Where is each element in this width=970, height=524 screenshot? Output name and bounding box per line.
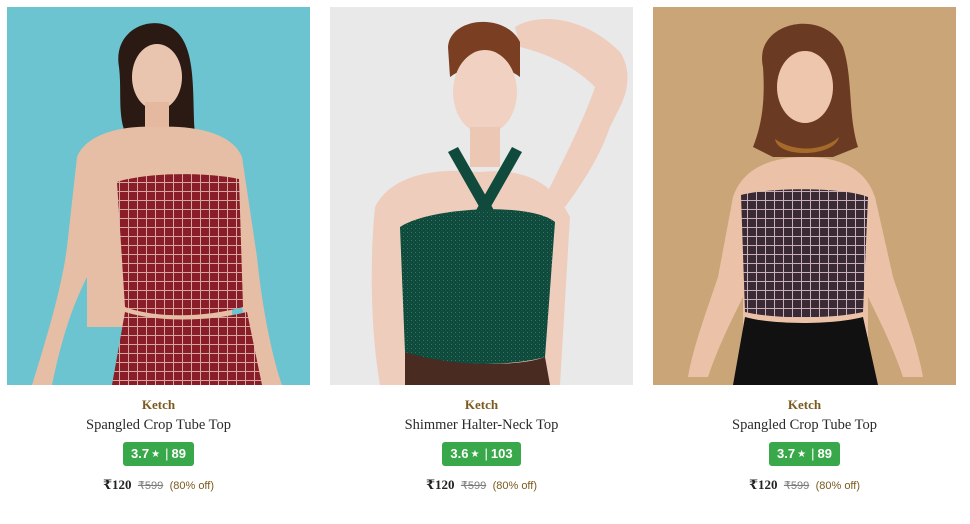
rating-container: 3.7 ★ | 89: [7, 442, 310, 466]
product-card[interactable]: Ketch Spangled Crop Tube Top 3.7 ★ | 89 ₹12…: [7, 7, 310, 517]
product-image[interactable]: [7, 7, 310, 385]
rating-value: 3.7: [777, 446, 796, 461]
brand-name[interactable]: Ketch: [653, 397, 956, 413]
rating-container: 3.6 ★ | 103: [330, 442, 633, 466]
star-icon: ★: [151, 449, 161, 460]
product-image[interactable]: [330, 7, 633, 385]
rating-count: 89: [171, 446, 186, 461]
original-price: ₹599: [460, 480, 487, 492]
rating-separator: |: [811, 446, 815, 461]
product-image[interactable]: [653, 7, 956, 385]
rating-badge[interactable]: 3.7 ★ | 89: [769, 442, 840, 466]
discount-percent: (80% off): [169, 480, 215, 492]
brand-name[interactable]: Ketch: [7, 397, 310, 413]
price-row: ₹120 ₹599 (80% off): [7, 477, 310, 493]
product-title[interactable]: Spangled Crop Tube Top: [653, 417, 956, 434]
discount-percent: (80% off): [815, 480, 861, 492]
price-row: ₹120 ₹599 (80% off): [330, 477, 633, 493]
product-photo-dark-tube-top: [653, 7, 956, 385]
star-icon: ★: [797, 449, 807, 460]
rating-value: 3.7: [131, 446, 150, 461]
rating-separator: |: [484, 446, 488, 461]
product-card[interactable]: Ketch Shimmer Halter-Neck Top 3.6 ★ | 103 ₹…: [330, 7, 633, 517]
original-price: ₹599: [137, 480, 164, 492]
product-title[interactable]: Spangled Crop Tube Top: [7, 417, 310, 434]
product-photo-green-halter-top: [330, 7, 633, 385]
rating-badge[interactable]: 3.7 ★ | 89: [123, 442, 194, 466]
original-price: ₹599: [783, 480, 810, 492]
rating-container: 3.7 ★ | 89: [653, 442, 956, 466]
rating-count: 103: [490, 446, 513, 461]
sale-price: ₹120: [748, 477, 778, 492]
rating-count: 89: [817, 446, 832, 461]
rating-value: 3.6: [450, 446, 469, 461]
star-icon: ★: [470, 449, 480, 460]
sale-price: ₹120: [102, 477, 132, 492]
discount-percent: (80% off): [492, 480, 538, 492]
product-photo-red-tube-top: [7, 7, 310, 385]
product-card[interactable]: Ketch Spangled Crop Tube Top 3.7 ★ | 89 ₹12…: [653, 7, 956, 517]
price-row: ₹120 ₹599 (80% off): [653, 477, 956, 493]
brand-name[interactable]: Ketch: [330, 397, 633, 413]
product-grid: Ketch Spangled Crop Tube Top 3.7 ★ | 89 ₹12…: [0, 0, 970, 524]
product-title[interactable]: Shimmer Halter-Neck Top: [330, 417, 633, 434]
rating-badge[interactable]: 3.6 ★ | 103: [442, 442, 521, 466]
sale-price: ₹120: [425, 477, 455, 492]
rating-separator: |: [165, 446, 169, 461]
